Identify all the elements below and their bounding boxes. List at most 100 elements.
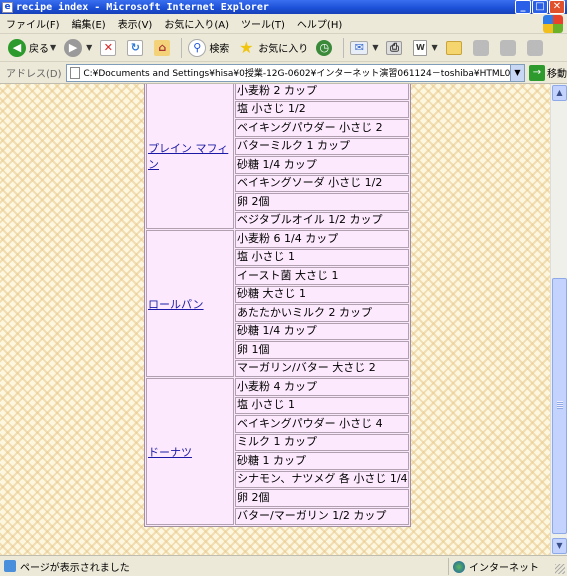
ingredient-cell: あたたかいミルク 2 カップ <box>235 304 409 322</box>
page-content: プレイン マフィン 小麦粉 2 カップ塩 小さじ 1/2 ベイキングパウダー 小さじ… <box>0 84 550 555</box>
toolbar-separator <box>181 37 183 58</box>
home-button[interactable]: ⌂ <box>154 39 173 56</box>
ingredient-cell: 卵 2個 <box>235 193 409 211</box>
history-button[interactable]: ◷ <box>316 39 335 56</box>
table-row: ドーナツ 小麦粉 4 カップ <box>146 378 409 525</box>
globe-icon <box>453 560 465 573</box>
ingredient-cell: 塩 小さじ 1/2 <box>235 100 409 118</box>
history-icon: ◷ <box>316 39 333 56</box>
edit-dropdown-icon[interactable]: ▼ <box>431 43 437 52</box>
folder-button[interactable] <box>445 40 465 55</box>
ingredient-cell: ベイキングパウダー 小さじ 4 <box>235 415 409 433</box>
scroll-up-button[interactable]: ▲ <box>552 85 567 101</box>
ingredient-cell: バター/マーガリン 1/2 カップ <box>235 507 409 525</box>
close-button[interactable]: ✕ <box>549 0 565 14</box>
favorites-label: お気に入り <box>258 44 309 55</box>
refresh-icon: ↻ <box>127 39 144 56</box>
menu-favorites[interactable]: お気に入り(A) <box>164 16 229 31</box>
address-value[interactable]: C:¥Documents and Settings¥hisa¥0授業-12G-0… <box>83 66 524 79</box>
home-icon: ⌂ <box>154 39 171 56</box>
forward-dropdown-icon[interactable]: ▼ <box>86 43 92 52</box>
discuss-button[interactable] <box>472 39 492 56</box>
go-arrow-icon: → <box>529 64 545 81</box>
mail-button[interactable]: ✉ ▼ <box>350 40 378 55</box>
window-controls: _ □ ✕ <box>515 0 565 14</box>
edit-button[interactable]: W ▼ <box>413 39 438 56</box>
maximize-button[interactable]: □ <box>532 0 548 14</box>
ingredient-cell: 砂糖 1/4 カップ <box>235 156 409 174</box>
forward-button[interactable]: ▶ ▼ <box>64 38 92 57</box>
ie-page-icon: e <box>2 1 13 13</box>
toolbar-separator <box>343 37 345 58</box>
zone-label: インターネット <box>469 563 539 574</box>
ingredient-cell: ベジタブルオイル 1/2 カップ <box>235 211 409 229</box>
search-icon: ⚲ <box>188 38 207 57</box>
back-label: 戻る <box>29 44 49 55</box>
address-input[interactable]: C:¥Documents and Settings¥hisa¥0授業-12G-0… <box>65 63 525 82</box>
recipe-name-cell: ドーナツ <box>146 378 234 525</box>
menu-file[interactable]: ファイル(F) <box>6 16 60 31</box>
menu-tools[interactable]: ツール(T) <box>241 16 285 31</box>
ingredient-cell: 砂糖 1/4 カップ <box>235 322 409 340</box>
refresh-button[interactable]: ↻ <box>127 39 146 56</box>
scroll-grip-icon <box>557 401 563 409</box>
minimize-button[interactable]: _ <box>515 0 531 14</box>
printer-icon: ⎙ <box>386 40 403 55</box>
ingredient-cell: シナモン、ナツメグ 各 小さじ 1/4 <box>235 470 409 488</box>
security-zone: インターネット <box>448 558 539 575</box>
vertical-scrollbar[interactable]: ▲ ▼ <box>550 84 567 555</box>
go-label: 移動 <box>547 69 567 80</box>
table-row: プレイン マフィン 小麦粉 2 カップ <box>146 84 409 229</box>
search-label: 検索 <box>209 44 230 55</box>
recipe-table: プレイン マフィン 小麦粉 2 カップ塩 小さじ 1/2 ベイキングパウダー 小さじ… <box>144 84 411 527</box>
recipe-link[interactable]: ロールパン <box>148 298 204 311</box>
ingredient-cell: ミルク 1 カップ <box>235 433 409 451</box>
ingredient-cell: 小麦粉 4 カップ <box>235 378 409 396</box>
messenger-icon <box>499 39 516 56</box>
go-button[interactable]: → 移動 <box>529 64 567 81</box>
stop-button[interactable]: ✕ <box>100 39 119 56</box>
address-label: アドレス(D) <box>6 69 62 80</box>
ingredient-cell: 卵 2個 <box>235 489 409 507</box>
ingredient-cell: ベイキングパウダー 小さじ 2 <box>235 119 409 137</box>
menu-help[interactable]: ヘルプ(H) <box>297 16 342 31</box>
status-text: ページが表示されました <box>20 562 130 574</box>
ingredient-cell: イースト菌 大さじ 1 <box>235 267 409 285</box>
forward-arrow-icon: ▶ <box>64 38 83 57</box>
recipe-link[interactable]: ドーナツ <box>148 446 192 459</box>
ingredient-cell: 小麦粉 6 1/4 カップ <box>235 230 409 248</box>
menu-view[interactable]: 表示(V) <box>118 16 153 31</box>
menu-edit[interactable]: 編集(E) <box>72 16 106 31</box>
address-dropdown-icon[interactable]: ▼ <box>510 64 524 81</box>
window-title: recipe index - Microsoft Internet Explor… <box>16 1 269 13</box>
back-button[interactable]: ◀ 戻る ▼ <box>8 38 56 57</box>
recipe-name-cell: プレイン マフィン <box>146 84 234 229</box>
resize-grip-icon[interactable] <box>555 564 565 574</box>
ingredient-cell: 砂糖 大さじ 1 <box>235 285 409 303</box>
menu-bar: ファイル(F) 編集(E) 表示(V) お気に入り(A) ツール(T) ヘルプ(… <box>0 14 567 34</box>
ingredient-cell: 塩 小さじ 1 <box>235 396 409 414</box>
favorites-button[interactable]: ★ お気に入り <box>237 38 309 57</box>
mail-dropdown-icon[interactable]: ▼ <box>372 43 378 52</box>
ingredient-cell: マーガリン/バター 大さじ 2 <box>235 359 409 377</box>
research-button[interactable] <box>526 39 546 56</box>
discuss-icon <box>472 39 489 56</box>
edit-document-icon: W <box>413 39 428 56</box>
scroll-thumb[interactable] <box>552 278 567 534</box>
recipe-link[interactable]: プレイン マフィン <box>148 142 228 171</box>
ingredient-cell: 塩 小さじ 1 <box>235 248 409 266</box>
messenger-button[interactable] <box>499 39 519 56</box>
status-bar: ページが表示されました インターネット <box>0 555 567 576</box>
page-done-icon <box>4 560 16 572</box>
search-button[interactable]: ⚲ 検索 <box>188 38 230 57</box>
scroll-down-button[interactable]: ▼ <box>552 538 567 554</box>
address-bar: アドレス(D) C:¥Documents and Settings¥hisa¥0… <box>0 62 567 84</box>
ingredient-cell: 砂糖 1 カップ <box>235 452 409 470</box>
folder-icon <box>445 40 462 55</box>
print-button[interactable]: ⎙ <box>386 40 405 55</box>
page-icon <box>69 66 81 79</box>
back-dropdown-icon[interactable]: ▼ <box>50 43 56 52</box>
ingredient-cell: ベイキングソーダ 小さじ 1/2 <box>235 174 409 192</box>
toolbar: ◀ 戻る ▼ ▶ ▼ ✕ ↻ ⌂ ⚲ 検索 ★ お気に入り ◷ ✉ ▼ ⎙ W … <box>0 34 567 62</box>
table-row: ロールパン 小麦粉 6 1/4 カップ <box>146 230 409 377</box>
